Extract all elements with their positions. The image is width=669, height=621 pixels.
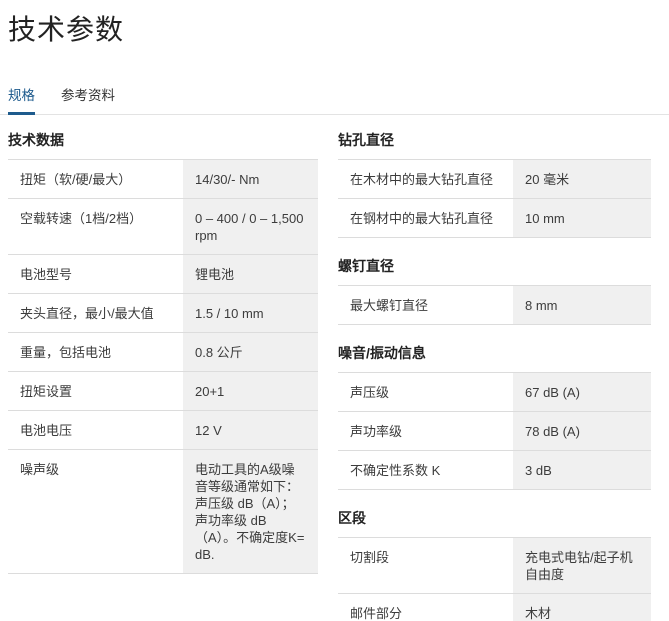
page-title: 技术参数: [8, 8, 651, 48]
spec-value: 0 – 400 / 0 – 1,500 rpm: [183, 199, 318, 254]
spec-row: 噪声级电动工具的A级噪音等级通常如下： 声压级 dB（A）； 声功率级 dB（A…: [8, 450, 318, 574]
spec-value: 0.8 公斤: [183, 333, 318, 371]
spec-label: 切割段: [338, 538, 513, 593]
spec-row: 重量，包括电池0.8 公斤: [8, 333, 318, 372]
spec-row: 扭矩设置20+1: [8, 372, 318, 411]
spec-value: 8 mm: [513, 286, 651, 324]
spec-row: 最大螺钉直径8 mm: [338, 286, 651, 325]
spec-value: 锂电池: [183, 255, 318, 293]
spec-column-right: 钻孔直径在木材中的最大钻孔直径20 毫米在钢材中的最大钻孔直径10 mm 螺钉直径…: [338, 130, 651, 621]
spec-label: 扭矩（软/硬/最大）: [8, 160, 183, 198]
tab-reference-materials[interactable]: 参考资料: [61, 82, 115, 115]
spec-columns: 技术数据扭矩（软/硬/最大）14/30/- Nm空载转速（1档/2档）0 – 4…: [8, 130, 651, 621]
spec-label: 夹头直径，最小/最大值: [8, 294, 183, 332]
spec-label: 空载转速（1档/2档）: [8, 199, 183, 254]
section-title: 噪音/振动信息: [338, 343, 651, 363]
spec-label: 最大螺钉直径: [338, 286, 513, 324]
section-title: 技术数据: [8, 130, 318, 150]
spec-label: 声压级: [338, 373, 513, 411]
spec-label: 在木材中的最大钻孔直径: [338, 160, 513, 198]
spec-row: 声功率级78 dB (A): [338, 412, 651, 451]
section-title: 区段: [338, 508, 651, 528]
spec-row: 不确定性系数 K3 dB: [338, 451, 651, 490]
spec-value: 3 dB: [513, 451, 651, 489]
spec-value: 78 dB (A): [513, 412, 651, 450]
spec-value: 充电式电钻/起子机 自由度: [513, 538, 651, 593]
spec-row: 声压级67 dB (A): [338, 373, 651, 412]
spec-row: 切割段充电式电钻/起子机 自由度: [338, 538, 651, 594]
spec-row: 在钢材中的最大钻孔直径10 mm: [338, 199, 651, 238]
spec-page: 技术参数 规格 参考资料 技术数据扭矩（软/硬/最大）14/30/- Nm空载转…: [0, 0, 669, 621]
spec-column-left: 技术数据扭矩（软/硬/最大）14/30/- Nm空载转速（1档/2档）0 – 4…: [8, 130, 318, 621]
spec-label: 电池电压: [8, 411, 183, 449]
spec-row: 邮件部分木材 金属: [338, 594, 651, 621]
spec-table: 最大螺钉直径8 mm: [338, 285, 651, 325]
spec-value: 10 mm: [513, 199, 651, 237]
spec-label: 噪声级: [8, 450, 183, 573]
spec-value: 电动工具的A级噪音等级通常如下： 声压级 dB（A）； 声功率级 dB（A）。不…: [183, 450, 318, 573]
spec-table: 在木材中的最大钻孔直径20 毫米在钢材中的最大钻孔直径10 mm: [338, 159, 651, 238]
spec-label: 不确定性系数 K: [338, 451, 513, 489]
spec-row: 电池型号锂电池: [8, 255, 318, 294]
spec-row: 空载转速（1档/2档）0 – 400 / 0 – 1,500 rpm: [8, 199, 318, 255]
spec-label: 邮件部分: [338, 594, 513, 621]
spec-table: 扭矩（软/硬/最大）14/30/- Nm空载转速（1档/2档）0 – 400 /…: [8, 159, 318, 574]
spec-label: 声功率级: [338, 412, 513, 450]
spec-value: 1.5 / 10 mm: [183, 294, 318, 332]
section-title: 钻孔直径: [338, 130, 651, 150]
spec-label: 扭矩设置: [8, 372, 183, 410]
tab-specifications[interactable]: 规格: [8, 82, 35, 115]
tab-bar: 规格 参考资料: [0, 82, 669, 115]
spec-row: 夹头直径，最小/最大值1.5 / 10 mm: [8, 294, 318, 333]
spec-label: 重量，包括电池: [8, 333, 183, 371]
spec-value: 木材 金属: [513, 594, 651, 621]
spec-row: 扭矩（软/硬/最大）14/30/- Nm: [8, 160, 318, 199]
spec-table: 切割段充电式电钻/起子机 自由度邮件部分木材 金属: [338, 537, 651, 621]
spec-value: 67 dB (A): [513, 373, 651, 411]
spec-value: 20+1: [183, 372, 318, 410]
spec-label: 电池型号: [8, 255, 183, 293]
spec-row: 在木材中的最大钻孔直径20 毫米: [338, 160, 651, 199]
spec-label: 在钢材中的最大钻孔直径: [338, 199, 513, 237]
spec-row: 电池电压12 V: [8, 411, 318, 450]
spec-value: 20 毫米: [513, 160, 651, 198]
spec-value: 14/30/- Nm: [183, 160, 318, 198]
spec-value: 12 V: [183, 411, 318, 449]
spec-table: 声压级67 dB (A)声功率级78 dB (A)不确定性系数 K3 dB: [338, 372, 651, 490]
section-title: 螺钉直径: [338, 256, 651, 276]
